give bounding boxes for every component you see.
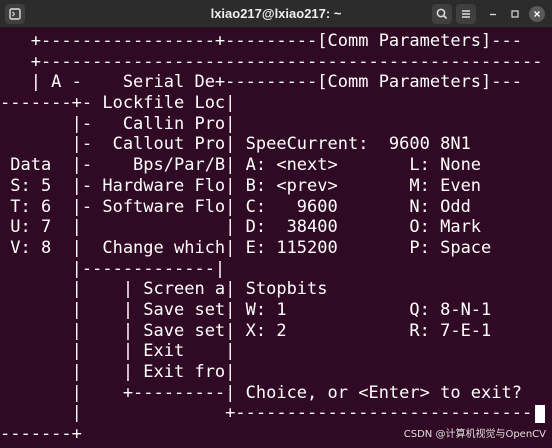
title-bar[interactable]: lxiao217@lxiao217: ~: [0, 0, 552, 28]
terminal-line: | | Save set| X: 2 R: 7-E-1: [0, 320, 492, 341]
text-cursor: [535, 405, 545, 423]
terminal-window: lxiao217@lxiao217: ~ +-----------------+…: [0, 0, 552, 448]
watermark: CSDN @计算机视觉与OpenCV: [403, 429, 546, 440]
terminal-line: | +---------| Choice, or <Enter> to exit…: [0, 382, 522, 403]
search-icon: [436, 8, 448, 20]
terminal-line: +-----------------+---------[Comm Parame…: [0, 31, 522, 51]
terminal-line: |- Callin Pro|: [0, 113, 236, 134]
terminal-output: +-----------------+---------[Comm Parame…: [0, 31, 542, 445]
terminal-line: |-------------|: [0, 258, 226, 279]
terminal-line: | A - Serial De+---------[Comm Parameter…: [0, 72, 522, 93]
maximize-button[interactable]: [507, 6, 523, 22]
terminal-line: | +-----------------------------: [0, 403, 533, 424]
terminal-line: Data |- Bps/Par/B| A: <next> L: None: [0, 155, 482, 176]
menu-button[interactable]: [456, 4, 476, 24]
terminal-line: | | Save set| W: 1 Q: 8-N-1: [0, 299, 492, 320]
terminal-line: V: 8 | Change which| E: 115200 P: Space: [0, 237, 492, 258]
terminal-area[interactable]: +-----------------+---------[Comm Parame…: [0, 28, 552, 448]
search-button[interactable]: [432, 4, 452, 24]
minimize-icon: [490, 13, 496, 16]
close-button[interactable]: [529, 6, 545, 22]
terminal-line: +---------------------------------------…: [0, 51, 543, 72]
terminal-line: | | Exit fro|: [0, 362, 236, 382]
terminal-line: S: 5 |- Hardware Flo| B: <prev> M: Even: [0, 175, 482, 196]
terminal-line: |- Callout Pro| SpeeCurrent: 9600 8N1: [0, 134, 471, 155]
hamburger-menu-icon: [462, 10, 470, 18]
close-icon: [534, 11, 540, 17]
terminal-line: U: 7 | | D: 38400 O: Mark: [0, 217, 482, 238]
terminal-line: | | Screen a| Stopbits: [0, 279, 328, 300]
terminal-line: -------+- Lockfile Loc|: [0, 93, 236, 114]
maximize-icon: [511, 10, 519, 18]
terminal-line: | | Exit |: [0, 341, 236, 362]
minimize-button[interactable]: [485, 6, 501, 22]
terminal-line: T: 6 |- Software Flo| C: 9600 N: Odd: [0, 196, 471, 217]
